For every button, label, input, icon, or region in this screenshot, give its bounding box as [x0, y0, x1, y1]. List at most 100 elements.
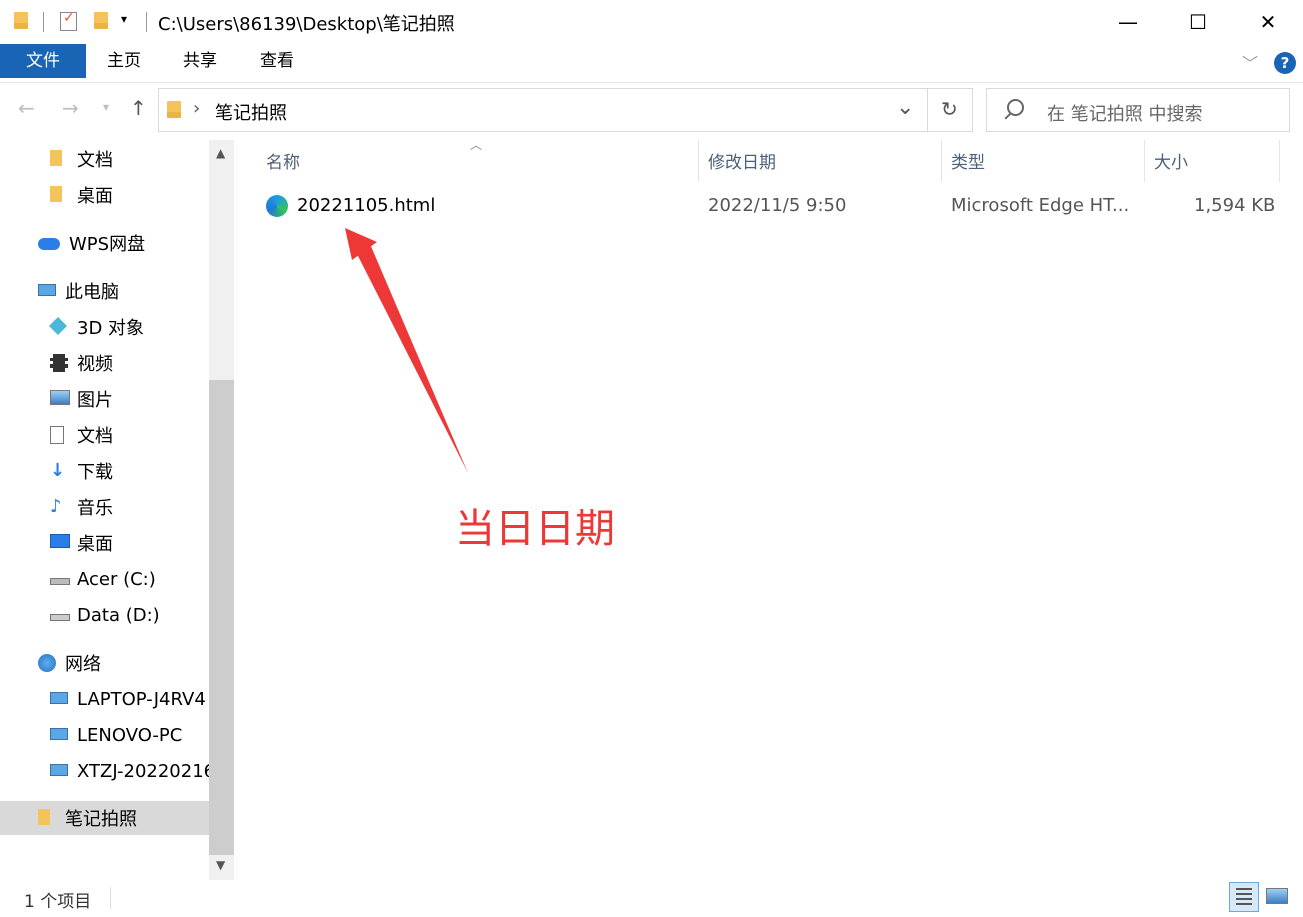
sidebar-item-label: 文档 — [77, 426, 113, 447]
desktop-icon — [50, 534, 70, 552]
sidebar-item-laptop[interactable]: LAPTOP-J4RV4 — [0, 682, 210, 716]
tab-file[interactable]: 文件 — [0, 44, 86, 78]
recent-locations-icon[interactable]: ▾ — [103, 100, 109, 114]
divider — [146, 12, 147, 32]
sidebar-item-label: 音乐 — [77, 498, 113, 519]
address-dropdown-icon[interactable]: ⌄ — [896, 95, 914, 120]
cloud-icon — [38, 234, 60, 252]
sidebar-item-label: 笔记拍照 — [65, 809, 137, 830]
sidebar-item-label: 3D 对象 — [77, 318, 145, 339]
divider — [927, 89, 928, 131]
breadcrumb-location[interactable]: 笔记拍照 — [215, 99, 287, 125]
cube-icon — [48, 316, 68, 336]
ribbon-tabs: 文件 主页 共享 查看 ﹀ ? — [0, 44, 1303, 83]
sidebar-item-documents[interactable]: 文档 — [0, 418, 210, 452]
sidebar-item-lenovo[interactable]: LENOVO-PC — [0, 718, 210, 752]
status-item-count: 1 个项目 — [24, 892, 92, 912]
sidebar-item-videos[interactable]: 视频 — [0, 346, 210, 380]
document-icon — [50, 426, 68, 444]
tab-home[interactable]: 主页 — [96, 44, 152, 78]
details-view-icon[interactable] — [1229, 882, 1259, 912]
up-icon[interactable]: ↑ — [130, 96, 147, 120]
annotation-arrow — [345, 228, 468, 473]
file-name[interactable]: 20221105.html — [297, 195, 435, 216]
column-header-modified[interactable]: 修改日期 — [708, 148, 776, 173]
window-title: C:\Users\86139\Desktop\笔记拍照 — [158, 14, 455, 35]
close-button[interactable]: ✕ — [1233, 0, 1303, 44]
file-type: Microsoft Edge HT... — [951, 195, 1130, 216]
sidebar-item-documents-quick[interactable]: 文档 — [0, 142, 210, 176]
column-divider[interactable] — [1279, 140, 1280, 182]
folder-icon — [50, 186, 68, 204]
folder-icon — [167, 101, 181, 118]
sidebar-item-label: 下载 — [77, 462, 113, 483]
film-icon — [50, 354, 68, 372]
sidebar-item-label: 文档 — [77, 150, 113, 171]
new-folder-icon[interactable] — [94, 12, 112, 30]
column-divider[interactable] — [941, 140, 942, 182]
file-size: 1,594 KB — [1194, 195, 1276, 216]
customize-toolbar-icon[interactable]: ▾ — [121, 12, 127, 26]
title-bar: ✓ ▾ C:\Users\86139\Desktop\笔记拍照 — ☐ ✕ — [0, 0, 1303, 44]
sidebar-item-label: LENOVO-PC — [77, 724, 183, 746]
refresh-icon[interactable]: ↻ — [941, 97, 958, 121]
column-header-name[interactable]: 名称 — [266, 148, 300, 173]
file-modified: 2022/11/5 9:50 — [708, 195, 847, 216]
column-divider[interactable] — [1144, 140, 1145, 182]
sidebar-item-music[interactable]: ♪ 音乐 — [0, 490, 210, 524]
network-pc-icon — [50, 690, 68, 708]
scroll-up-icon[interactable]: ▲ — [216, 146, 225, 160]
sidebar-item-notes-photos[interactable]: 笔记拍照 — [0, 801, 210, 835]
tab-view[interactable]: 查看 — [249, 44, 305, 78]
computer-icon — [38, 282, 56, 300]
network-pc-icon — [50, 726, 68, 744]
sort-ascending-icon: ︿ — [470, 138, 483, 152]
sidebar-item-label: WPS网盘 — [69, 234, 146, 255]
search-box[interactable]: 在 笔记拍照 中搜索 — [986, 88, 1290, 132]
help-icon[interactable]: ? — [1274, 52, 1296, 74]
sidebar-item-label: Data (D:) — [77, 604, 160, 626]
sidebar-item-3d-objects[interactable]: 3D 对象 — [0, 310, 210, 344]
column-divider[interactable] — [698, 140, 699, 182]
sidebar-item-pictures[interactable]: 图片 — [0, 382, 210, 416]
address-bar[interactable]: › 笔记拍照 ⌄ ↻ — [158, 88, 973, 132]
forward-icon[interactable]: → — [62, 96, 79, 120]
expand-ribbon-icon[interactable]: ﹀ — [1242, 50, 1258, 74]
folder-icon — [50, 150, 68, 168]
divider — [43, 12, 44, 32]
tab-share[interactable]: 共享 — [172, 44, 228, 78]
music-icon: ♪ — [50, 496, 62, 517]
sidebar-item-this-pc[interactable]: 此电脑 — [0, 274, 210, 308]
download-icon: ↓ — [50, 460, 66, 481]
folder-icon — [38, 809, 56, 827]
sidebar-item-desktop-quick[interactable]: 桌面 — [0, 178, 210, 212]
properties-icon[interactable]: ✓ — [60, 10, 77, 31]
sidebar-item-label: XTZJ-20220216 — [77, 760, 210, 782]
minimize-button[interactable]: — — [1093, 0, 1163, 44]
sidebar-item-xtzj[interactable]: XTZJ-20220216 — [0, 754, 210, 788]
sidebar-item-label: 此电脑 — [65, 282, 119, 303]
scrollbar-thumb[interactable] — [209, 380, 234, 855]
sidebar-item-drive-d[interactable]: Data (D:) — [0, 598, 210, 632]
large-icons-view-icon[interactable] — [1266, 888, 1288, 904]
sidebar-item-desktop[interactable]: 桌面 — [0, 526, 210, 560]
edge-icon — [266, 195, 288, 217]
drive-icon — [50, 570, 70, 588]
maximize-button[interactable]: ☐ — [1163, 0, 1233, 44]
scroll-down-icon[interactable]: ▼ — [216, 858, 225, 872]
drive-icon — [50, 606, 70, 624]
sidebar-item-label: LAPTOP-J4RV4 — [77, 688, 206, 710]
search-icon-handle — [1004, 112, 1012, 120]
sidebar-item-network[interactable]: 网络 — [0, 646, 210, 680]
sidebar-item-label: 视频 — [77, 354, 113, 375]
sidebar-item-drive-c[interactable]: Acer (C:) — [0, 562, 210, 596]
breadcrumb-separator[interactable]: › — [193, 98, 200, 119]
sidebar-item-label: 图片 — [77, 390, 113, 411]
column-header-size[interactable]: 大小 — [1154, 148, 1188, 173]
sidebar-item-wps[interactable]: WPS网盘 — [0, 226, 210, 260]
sidebar-item-label: 桌面 — [77, 534, 113, 555]
search-placeholder: 在 笔记拍照 中搜索 — [1047, 104, 1203, 125]
sidebar-item-downloads[interactable]: ↓ 下载 — [0, 454, 210, 488]
back-icon[interactable]: ← — [18, 96, 35, 120]
column-header-type[interactable]: 类型 — [951, 148, 985, 173]
